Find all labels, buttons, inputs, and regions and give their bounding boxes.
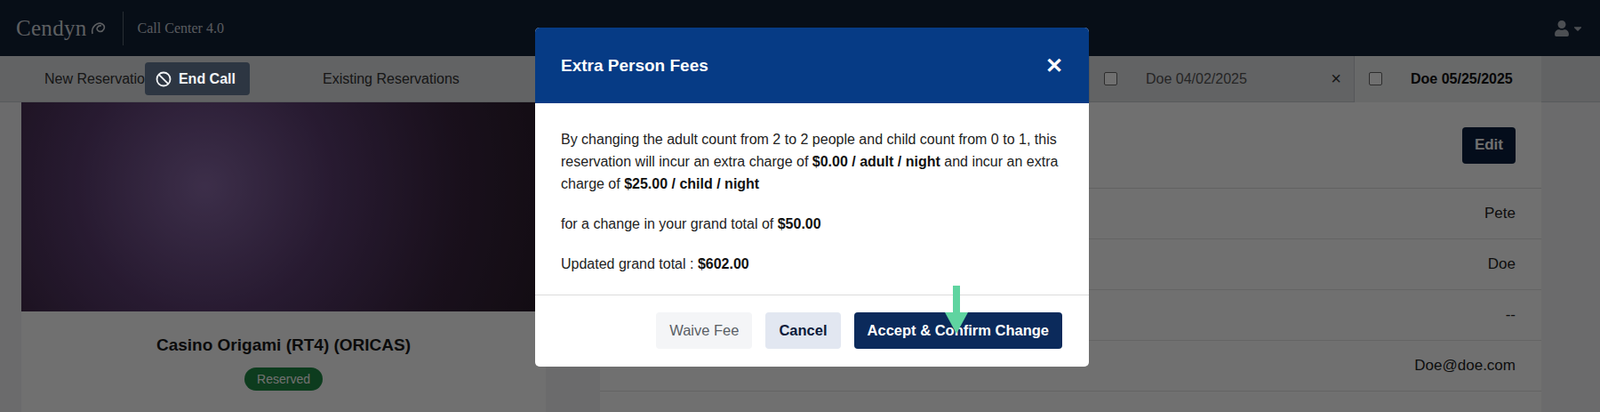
modal-paragraph: Updated grand total : $602.00 [560,252,1064,275]
modal-close-button[interactable]: ✕ [1045,53,1064,79]
down-arrow-icon [944,285,968,334]
ghost-button[interactable]: Waive Fee [656,312,752,349]
end-call-button[interactable]: End Call [144,62,250,96]
modal-title: Extra Person Fees [560,56,709,76]
modal-body: By changing the adult count from 2 to 2 … [535,103,1089,295]
modal-header: Extra Person Fees ✕ [535,27,1089,104]
ban-icon [155,71,172,88]
modal-footer: Waive FeeCancelAccept & Confirm Change [535,294,1089,367]
extra-person-fees-modal: Extra Person Fees ✕ By changing the adult … [535,27,1089,367]
call-center-page: CendynCall Center 4.0New ReservatioEnd C… [0,0,1600,412]
modal-paragraph: By changing the adult count from 2 to 2 … [560,128,1064,195]
modal-paragraph: for a change in your grand total of $50.… [560,212,1064,235]
secondary-button[interactable]: Cancel [765,312,840,349]
